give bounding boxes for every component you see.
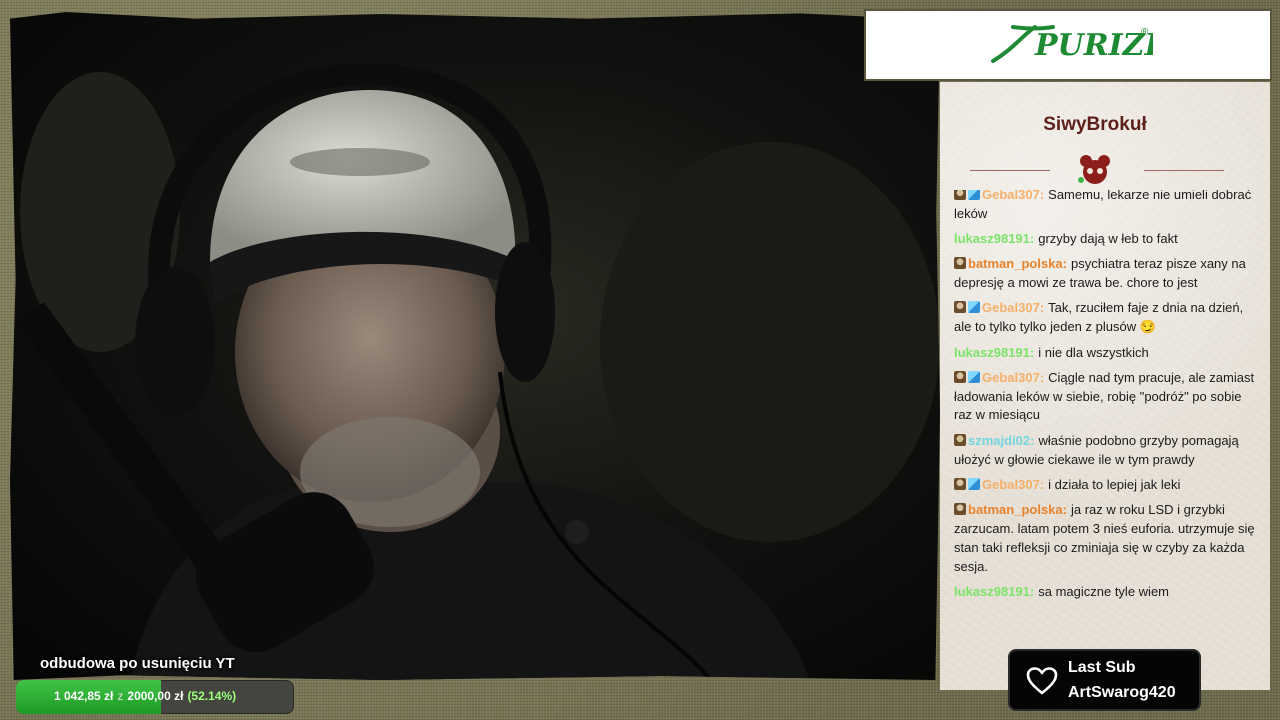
chat-message: lukasz98191: i nie dla wszystkich (954, 344, 1260, 363)
chat-username[interactable]: lukasz98191: (954, 345, 1034, 360)
streamer-camera-feed (16, 62, 940, 680)
chat-message: batman_polska: psychiatra teraz pisze xan… (954, 255, 1260, 293)
last-sub-username: ArtSwarog420 (1068, 684, 1176, 701)
chat-message: Gebal307: Samemu, lekarze nie umieli dobr… (954, 190, 1260, 224)
last-sub-widget: Last Sub ArtSwarog420 (1008, 649, 1201, 711)
chat-messages[interactable]: Gebal307: Samemu, lekarze nie umieli dobr… (954, 190, 1260, 626)
chat-username[interactable]: lukasz98191: (954, 231, 1034, 246)
heart-icon (1026, 667, 1058, 695)
donation-goal-amounts: 1 042,85 zł z 2000,00 zł (52.14%) (54, 689, 236, 703)
viewer-badge-icon (954, 477, 966, 490)
broccoli-mascot-icon (1078, 155, 1110, 184)
chat-message-text: grzyby dają w łeb to fakt (1038, 231, 1178, 247)
chat-message: lukasz98191: grzyby dają w łeb to fakt (954, 230, 1260, 249)
chat-message-text: sa magiczne tyle wiem (1038, 583, 1170, 599)
chat-username[interactable]: batman_polska: (968, 256, 1067, 271)
divider-right (1144, 170, 1224, 171)
svg-text:PURIZE: PURIZE (1034, 28, 1153, 63)
viewer-badge-icon (954, 503, 966, 516)
chat-username[interactable]: Gebal307: (982, 477, 1044, 492)
chat-message-text: i nie dla wszystkich (1038, 344, 1149, 360)
chat-username[interactable]: Gebal307: (982, 190, 1044, 202)
sub-badge-icon (968, 370, 980, 383)
chat-message-text: i działa to lepiej jak leki (1048, 476, 1181, 492)
chat-message: szmajdi02: właśnie podobno grzyby pomagaj… (954, 432, 1260, 470)
chat-message: Gebal307: i działa to lepiej jak leki (954, 476, 1260, 495)
chat-username[interactable]: batman_polska: (968, 502, 1067, 517)
chat-username[interactable]: lukasz98191: (954, 584, 1034, 599)
chat-message: lukasz98191: sa magiczne tyle wiem (954, 583, 1260, 602)
donation-goal-bar: 1 042,85 zł z 2000,00 zł (52.14%) (16, 680, 294, 714)
viewer-badge-icon (954, 370, 966, 383)
chat-username[interactable]: Gebal307: (982, 300, 1044, 315)
donation-goal-title: odbudowa po usunięciu YT (40, 655, 235, 672)
viewer-badge-icon (954, 190, 966, 200)
viewer-badge-icon (954, 257, 966, 270)
chat-message: batman_polska: ja raz w roku LSD i grzybk… (954, 501, 1260, 576)
last-sub-label: Last Sub (1068, 659, 1136, 676)
divider-left (970, 170, 1050, 171)
sub-badge-icon (968, 190, 980, 200)
sub-badge-icon (968, 477, 980, 490)
chat-username[interactable]: Gebal307: (982, 370, 1044, 385)
goal-separator: z (117, 689, 124, 703)
sponsor-logo-banner[interactable]: PURIZE ® (864, 9, 1272, 81)
goal-percent: (52.14%) (187, 689, 237, 703)
svg-text:®: ® (1141, 27, 1149, 38)
stream-video (10, 12, 940, 680)
purize-logo: PURIZE ® (991, 25, 1153, 63)
chat-message: Gebal307: Ciągle nad tym pracuje, ale zam… (954, 369, 1260, 425)
viewer-badge-icon (954, 433, 966, 446)
goal-target: 2000,00 zł (127, 689, 184, 703)
chat-message: Gebal307: Tak, rzuciłem faje z dnia na dz… (954, 299, 1260, 337)
chat-panel: SiwyBrokuł Gebal307: Samemu, lekarze nie … (940, 82, 1270, 690)
channel-name: SiwyBrokuł (1043, 114, 1147, 135)
viewer-badge-icon (954, 301, 966, 314)
chat-username[interactable]: szmajdi02: (968, 433, 1034, 448)
sub-badge-icon (968, 301, 980, 314)
goal-current: 1 042,85 zł (54, 689, 114, 703)
